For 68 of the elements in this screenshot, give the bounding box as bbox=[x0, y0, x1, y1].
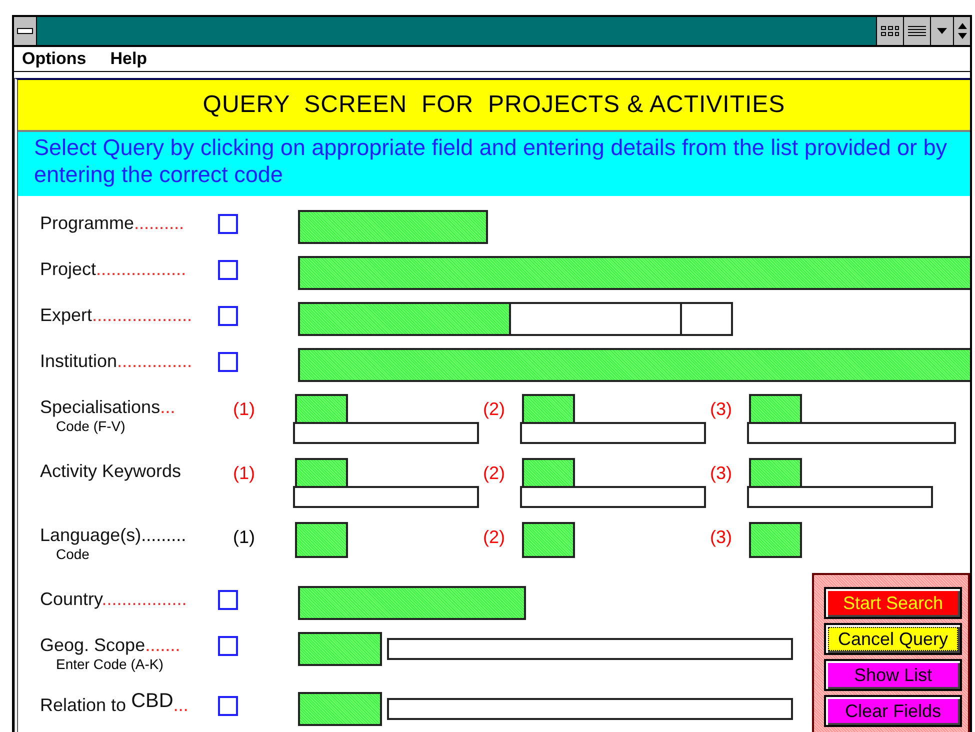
checkbox[interactable] bbox=[218, 696, 238, 716]
minimize-icon[interactable] bbox=[930, 17, 953, 45]
text-field[interactable] bbox=[520, 422, 706, 444]
system-menu-icon[interactable] bbox=[14, 17, 37, 45]
code-field[interactable] bbox=[298, 692, 382, 726]
number-marker: (1) bbox=[233, 526, 256, 549]
checkbox[interactable] bbox=[218, 260, 238, 280]
number-marker: (3) bbox=[710, 462, 733, 485]
code-field[interactable] bbox=[295, 394, 348, 424]
field-label: Country................. bbox=[40, 588, 188, 611]
text-field[interactable] bbox=[680, 302, 733, 336]
field-label: Activity Keywords bbox=[40, 460, 182, 483]
show-list-button[interactable]: Show List bbox=[824, 659, 962, 691]
field-hint: Code (F-V) bbox=[55, 418, 126, 434]
list-view-icon[interactable] bbox=[903, 17, 930, 45]
code-field[interactable] bbox=[749, 522, 802, 558]
menu-item[interactable]: Help bbox=[110, 49, 148, 69]
screen-title: QUERY SCREEN FOR PROJECTS & ACTIVITIES bbox=[202, 91, 786, 119]
number-marker: (1) bbox=[233, 398, 256, 421]
field-label: Relation to CBD... bbox=[40, 692, 190, 717]
code-field[interactable] bbox=[295, 522, 348, 558]
number-marker: (2) bbox=[483, 462, 506, 485]
cancel-query-button[interactable]: Cancel Query bbox=[824, 623, 962, 655]
field-label: Programme.......... bbox=[40, 212, 186, 235]
field-hint: Enter Code (A-K) bbox=[55, 656, 164, 672]
field-label: Geog. Scope....... bbox=[40, 634, 182, 657]
code-field[interactable] bbox=[749, 394, 802, 424]
field-hint: Code bbox=[55, 546, 90, 562]
number-marker: (2) bbox=[483, 526, 506, 549]
checkbox[interactable] bbox=[218, 352, 238, 372]
start-search-button[interactable]: Start Search bbox=[824, 587, 962, 619]
field-label: Project.................. bbox=[40, 258, 188, 281]
field-label: Institution............... bbox=[40, 350, 194, 373]
checkbox[interactable] bbox=[218, 306, 238, 326]
restore-icon[interactable] bbox=[953, 17, 970, 45]
text-field[interactable] bbox=[747, 486, 933, 508]
code-field[interactable] bbox=[749, 458, 802, 488]
checkbox[interactable] bbox=[218, 214, 238, 234]
text-field[interactable] bbox=[387, 698, 793, 720]
code-field[interactable] bbox=[298, 348, 970, 382]
grid-view-icon[interactable] bbox=[876, 17, 903, 45]
text-field[interactable] bbox=[509, 302, 682, 336]
code-field[interactable] bbox=[298, 210, 488, 244]
code-field[interactable] bbox=[298, 586, 526, 620]
code-field[interactable] bbox=[298, 302, 511, 336]
code-field[interactable] bbox=[522, 458, 575, 488]
menu-item[interactable]: Options bbox=[22, 49, 86, 69]
text-field[interactable] bbox=[293, 486, 479, 508]
code-field[interactable] bbox=[298, 632, 382, 666]
code-field[interactable] bbox=[522, 522, 575, 558]
number-marker: (2) bbox=[483, 398, 506, 421]
text-field[interactable] bbox=[747, 422, 956, 444]
number-marker: (3) bbox=[710, 526, 733, 549]
text-field[interactable] bbox=[387, 638, 793, 660]
clear-fields-button[interactable]: Clear Fields bbox=[824, 695, 962, 727]
code-field[interactable] bbox=[522, 394, 575, 424]
field-label: Language(s)......... bbox=[40, 524, 188, 547]
checkbox[interactable] bbox=[218, 590, 238, 610]
field-label: Specialisations... bbox=[40, 396, 176, 419]
number-marker: (3) bbox=[710, 398, 733, 421]
text-field[interactable] bbox=[520, 486, 706, 508]
number-marker: (1) bbox=[233, 462, 256, 485]
checkbox[interactable] bbox=[218, 636, 238, 656]
text-field[interactable] bbox=[293, 422, 479, 444]
code-field[interactable] bbox=[295, 458, 348, 488]
instructions-text: Select Query by clicking on appropriate field and entering details from the list provided or by entering the correct code bbox=[18, 132, 970, 196]
field-label: Expert.................... bbox=[40, 304, 194, 327]
code-field[interactable] bbox=[298, 256, 970, 290]
